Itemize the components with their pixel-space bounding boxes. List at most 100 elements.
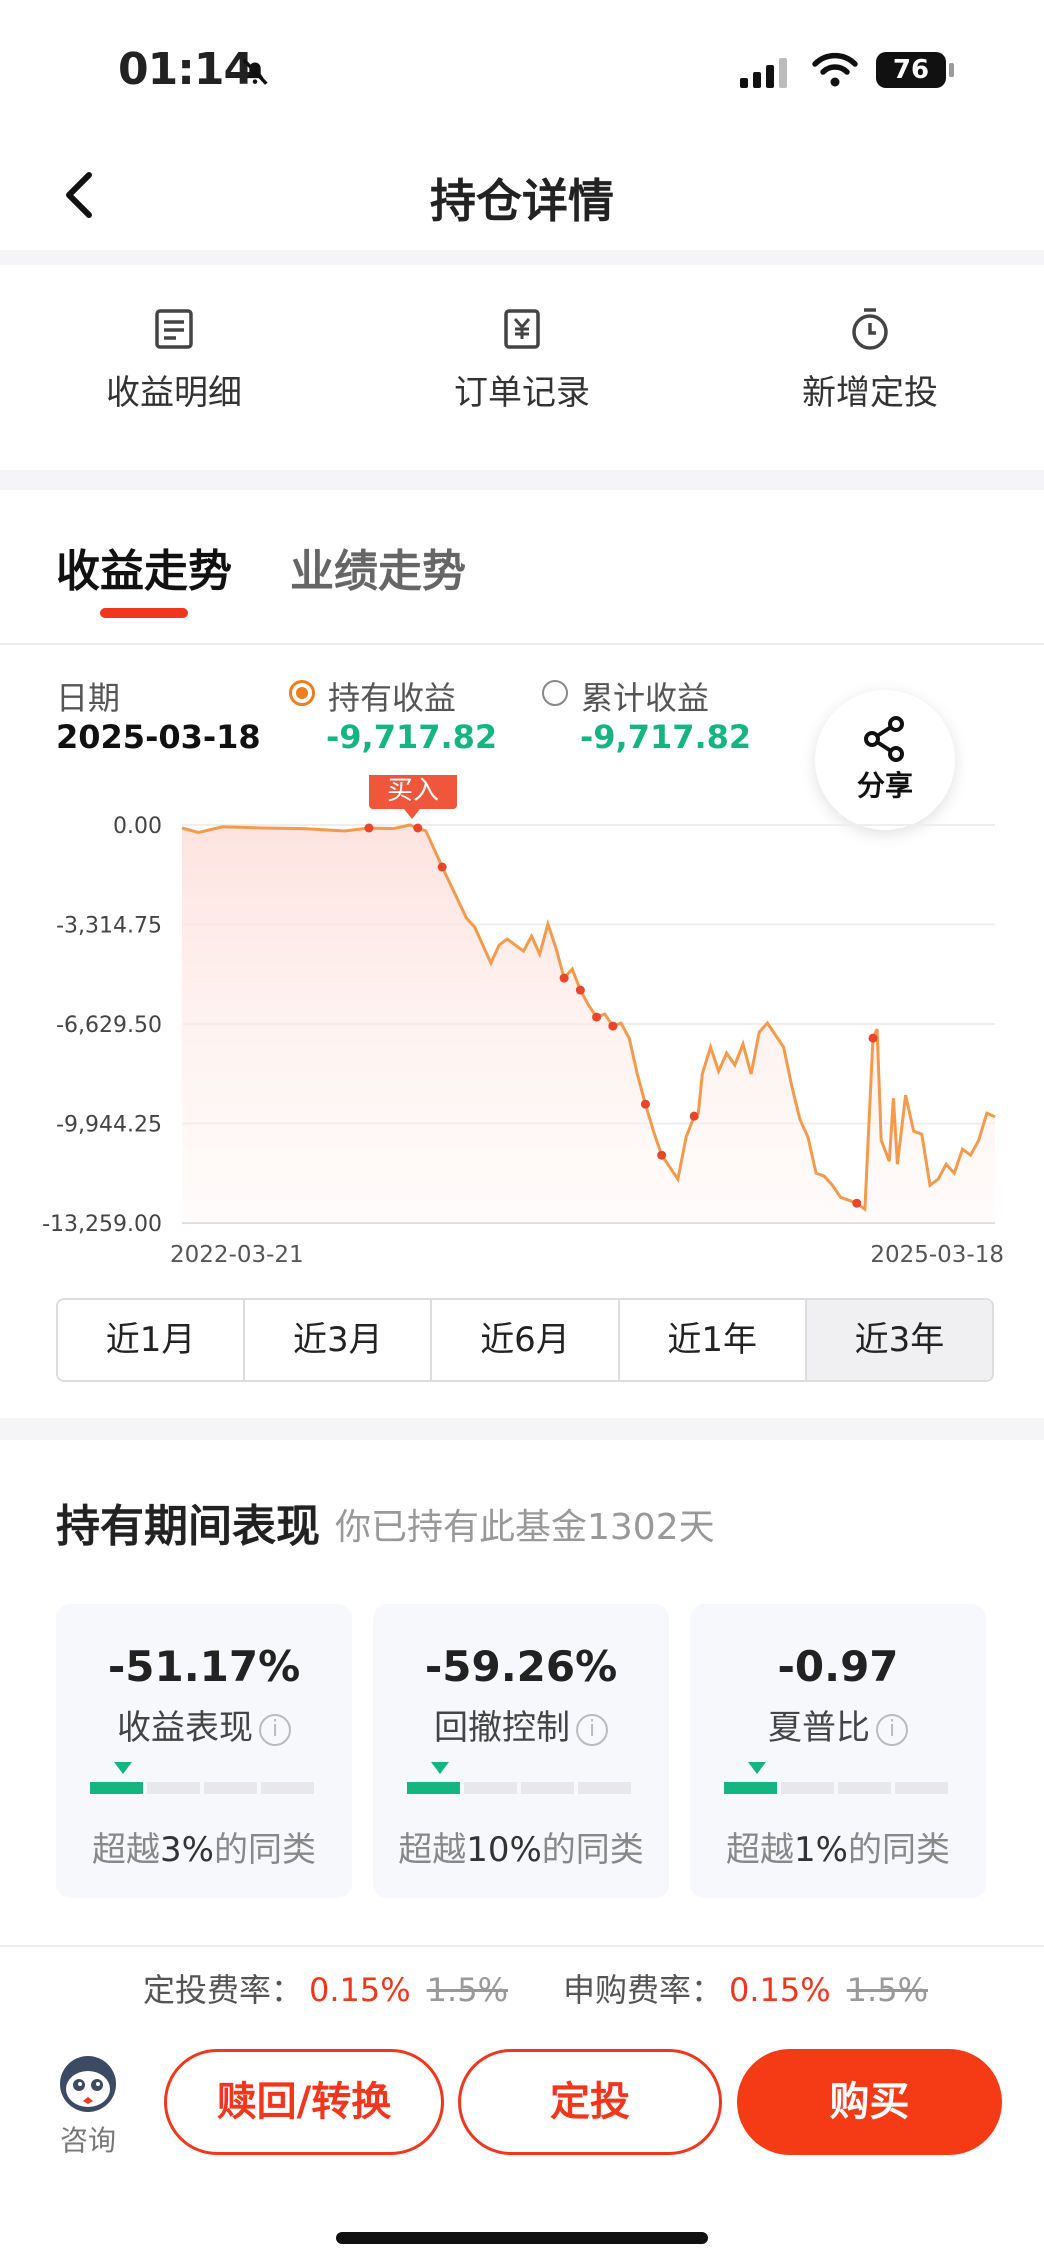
stopwatch-icon [852, 308, 888, 350]
card-name-text: 夏普比 [768, 1708, 870, 1748]
rank-pct: 3% [160, 1830, 214, 1870]
buy-point [689, 1111, 699, 1121]
cumulative-radio[interactable] [542, 680, 568, 706]
date-label: 日期 [56, 679, 121, 717]
rank-marker [114, 1762, 132, 1774]
divider [0, 470, 1044, 490]
home-indicator [336, 2232, 708, 2244]
buy-point [559, 973, 569, 983]
battery-icon: 76 [876, 52, 946, 88]
page-title: 持仓详情 [430, 174, 614, 228]
divider [0, 1418, 1044, 1440]
card-name-text: 收益表现 [117, 1708, 253, 1748]
x-tick-end: 2025-03-18 [870, 1242, 1004, 1268]
chart-tabs: 收益走势 业绩走势 [0, 490, 1044, 640]
buy-tag: 买入 [369, 775, 457, 819]
bell-muted-icon [242, 58, 268, 85]
quick-action-income-detail[interactable]: 收益明细 [24, 305, 324, 414]
battery-level: 76 [892, 55, 930, 85]
tab-performance-trend[interactable]: 业绩走势 [290, 535, 466, 599]
y-tick-label: 0.00 [113, 814, 162, 839]
card-name-text: 回撤控制 [434, 1708, 570, 1748]
y-tick-label: -13,259.00 [42, 1212, 162, 1237]
info-icon[interactable]: i [259, 1713, 291, 1746]
buy-point [608, 1021, 618, 1031]
yuan-receipt-icon [504, 309, 540, 349]
rank-bar [724, 1782, 948, 1794]
battery-tip [949, 63, 954, 77]
status-bar: 01:14 76 [0, 0, 1044, 130]
info-icon[interactable]: i [576, 1713, 608, 1746]
rank-prefix: 超越 [398, 1830, 467, 1870]
info-icon[interactable]: i [876, 1713, 908, 1746]
dingtou-fee-rate: 0.15% [309, 1971, 411, 2009]
performance-card-sharpe[interactable]: -0.97 夏普比 i 超越1%的同类 [690, 1604, 986, 1898]
purchase-fee-rate: 0.15% [729, 1971, 831, 2009]
card-name: 收益表现 i [56, 1700, 352, 1749]
y-tick-label: -3,314.75 [56, 914, 162, 939]
tab-income-trend[interactable]: 收益走势 [56, 535, 232, 599]
rank-suffix: 的同类 [541, 1830, 644, 1870]
holding-radio[interactable] [289, 680, 315, 706]
performance-card-return[interactable]: -51.17% 收益表现 i 超越3%的同类 [56, 1604, 352, 1898]
performance-subtitle: 你已持有此基金1302天 [335, 1507, 715, 1548]
range-1y[interactable]: 近1年 [620, 1300, 807, 1380]
buy-point [868, 1033, 878, 1043]
performance-card-drawdown[interactable]: -59.26% 回撤控制 i 超越10%的同类 [373, 1604, 669, 1898]
share-icon [864, 716, 904, 762]
rank-bar [407, 1782, 631, 1794]
rank-prefix: 超越 [92, 1830, 161, 1870]
range-6m[interactable]: 近6月 [432, 1300, 620, 1380]
x-tick-start: 2022-03-21 [170, 1242, 304, 1268]
rank-pct: 10% [466, 1830, 542, 1870]
buy-point [437, 862, 447, 872]
rank-prefix: 超越 [726, 1830, 795, 1870]
rank-text: 超越1%的同类 [690, 1822, 986, 1871]
y-tick-label: -6,629.50 [56, 1013, 162, 1038]
range-3m[interactable]: 近3月 [245, 1300, 433, 1380]
dingtou-fee-original: 1.5% [426, 1971, 508, 2009]
consult-label: 咨询 [59, 2124, 116, 2157]
robot-avatar-icon [60, 2056, 116, 2112]
buy-point [592, 1012, 602, 1022]
buy-button[interactable]: 购买 [737, 2049, 1002, 2155]
quick-action-new-dingtou[interactable]: 新增定投 [720, 305, 1020, 414]
buy-point [640, 1099, 650, 1109]
status-time: 01:14 [118, 44, 254, 95]
divider [0, 250, 1044, 265]
dingtou-button[interactable]: 定投 [458, 2049, 722, 2155]
rank-pct: 1% [794, 1830, 848, 1870]
redeem-convert-button[interactable]: 赎回/转换 [164, 2049, 444, 2155]
card-value: -59.26% [424, 1642, 618, 1691]
buy-point [575, 985, 585, 995]
card-name: 回撤控制 i [373, 1700, 669, 1749]
rank-marker [431, 1762, 449, 1774]
card-name: 夏普比 i [690, 1700, 986, 1749]
income-chart[interactable]: 0.00 -3,314.75 -6,629.50 -9,944.25 -13,259.0… [0, 775, 1044, 1275]
range-selector: 近1月 近3月 近6月 近1年 近3年 [56, 1298, 994, 1382]
range-3y[interactable]: 近3年 [806, 1300, 992, 1380]
date-value: 2025-03-18 [56, 718, 261, 756]
divider [0, 643, 1044, 645]
quick-action-order-record[interactable]: 订单记录 [372, 305, 672, 414]
buy-point [413, 823, 423, 833]
fee-bar: 定投费率： 0.15% 1.5% 申购费率： 0.15% 1.5% [0, 1945, 1044, 2027]
quick-action-label: 订单记录 [454, 373, 590, 413]
purchase-fee-label: 申购费率： [563, 1971, 724, 2009]
consult-button[interactable]: 咨询 [52, 2051, 124, 2159]
wifi-icon [812, 52, 858, 87]
holding-income-label[interactable]: 持有收益 [328, 673, 456, 719]
range-1m[interactable]: 近1月 [58, 1300, 246, 1380]
quick-action-label: 收益明细 [106, 373, 242, 413]
holding-income-value: -9,717.82 [326, 718, 498, 756]
buy-point [852, 1198, 862, 1208]
cumulative-income-label[interactable]: 累计收益 [581, 673, 709, 719]
card-value: -51.17% [107, 1642, 301, 1691]
y-tick-label: -9,944.25 [56, 1113, 162, 1138]
chart-y-axis: 0.00 -3,314.75 -6,629.50 -9,944.25 -13,259.0… [42, 814, 162, 1237]
active-tab-indicator [100, 608, 188, 618]
rank-suffix: 的同类 [847, 1830, 950, 1870]
buy-point [657, 1150, 667, 1160]
action-bar: 咨询 赎回/转换 定投 购买 [0, 2027, 1044, 2263]
cumulative-income-value: -9,717.82 [580, 718, 752, 756]
